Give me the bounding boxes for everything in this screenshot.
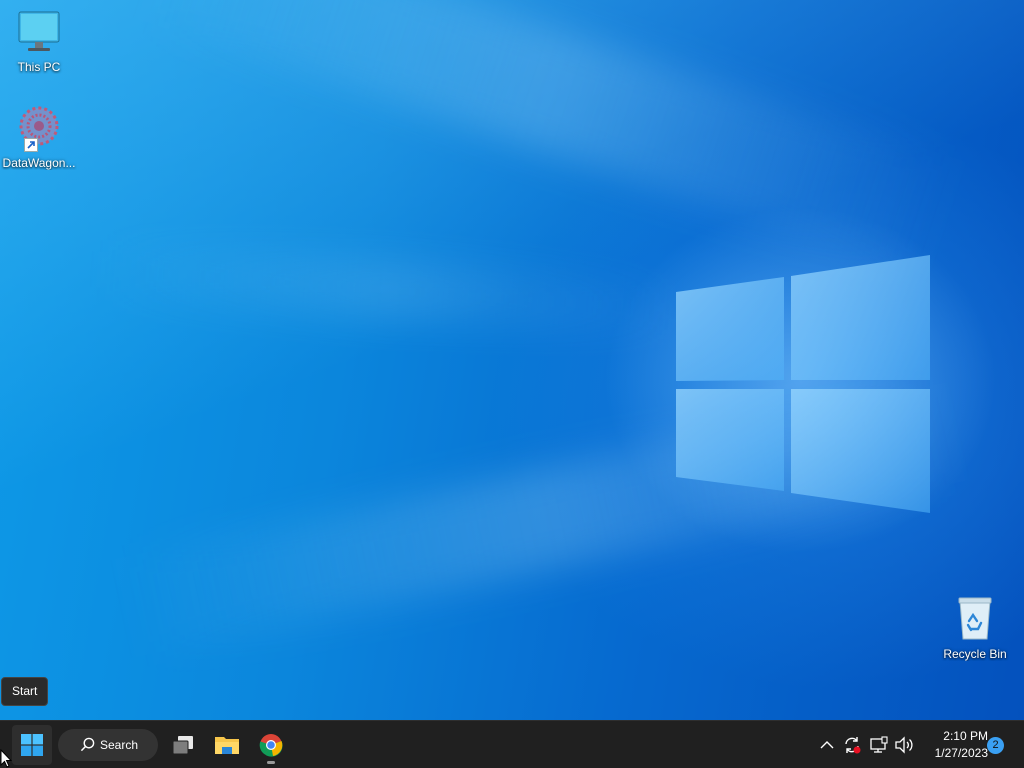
desktop[interactable]: This PC DataWagon... Recycle Bin [0,0,1024,720]
network-icon [870,736,888,753]
clock-date: 1/27/2023 [934,746,988,760]
desktop-icon-datawagon[interactable]: DataWagon... [1,104,77,170]
desktop-icon-this-pc[interactable]: This PC [1,8,77,74]
start-tooltip: Start [1,677,49,706]
search-button[interactable]: Search [58,729,158,761]
task-view-button[interactable] [163,725,203,765]
gear-cluster-icon [15,104,63,152]
search-icon [80,737,95,752]
wallpaper-light-beam [141,0,959,274]
taskbar: Search 2:10 PM 1/27/2023 2 [0,720,1024,768]
volume-icon [895,736,913,754]
clock[interactable]: 2:10 PM 1/27/2023 [920,728,988,762]
desktop-icon-recycle-bin[interactable]: Recycle Bin [937,595,1013,661]
sync-status-button[interactable] [840,733,864,757]
file-explorer-button[interactable] [207,725,247,765]
wallpaper-light-beam [88,239,692,341]
notification-badge[interactable]: 2 [987,737,1004,754]
running-indicator [267,761,275,764]
recycle-bin-icon [951,595,999,643]
windows-logo-icon [21,734,43,756]
network-button[interactable] [867,733,891,757]
wallpaper-windows-logo [676,255,930,513]
mouse-cursor-icon [0,749,12,768]
sync-icon [845,737,861,754]
shortcut-arrow-icon [24,138,38,152]
desktop-icon-label: DataWagon... [2,156,76,170]
task-view-icon [172,736,193,755]
start-button[interactable] [12,725,52,765]
monitor-icon [15,8,63,56]
chevron-up-icon [820,741,834,749]
show-hidden-icons-button[interactable] [815,733,839,757]
chrome-button[interactable] [251,725,291,765]
chrome-icon [259,734,283,757]
desktop-icon-label: This PC [17,60,61,74]
volume-button[interactable] [892,733,916,757]
desktop-icon-label: Recycle Bin [943,647,1007,661]
folder-icon [215,737,239,754]
search-label: Search [100,738,139,752]
clock-time: 2:10 PM [943,729,988,743]
